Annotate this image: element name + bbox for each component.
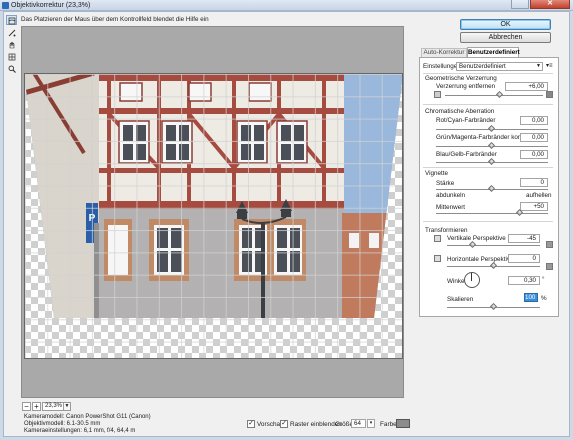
chevron-down-icon: ▼ xyxy=(536,63,541,69)
strength-label: Stärke xyxy=(436,180,455,187)
help-button[interactable] xyxy=(511,0,529,9)
window-title: Objektivkorrektur (23,3%) xyxy=(11,2,91,9)
zoom-level-field[interactable]: 23,3% xyxy=(42,402,64,411)
strength-field[interactable]: 0 xyxy=(520,178,548,187)
vertical-perspective-icon xyxy=(434,235,441,242)
grid-size-stepper[interactable]: ▾ xyxy=(367,419,375,428)
help-hint: Das Platzieren der Maus über dem Kontrol… xyxy=(21,16,209,23)
zoom-in-button[interactable]: + xyxy=(32,402,41,411)
section-geometric-distortion: Geometrische Verzerrung xyxy=(425,75,497,82)
horizontal-perspective-end-icon xyxy=(546,263,553,270)
angle-field[interactable]: 0,30 xyxy=(508,276,540,285)
midpoint-slider-track xyxy=(436,213,548,214)
straighten-tool-icon[interactable] xyxy=(6,27,17,37)
vertical-perspective-slider-track xyxy=(447,245,540,246)
vertical-perspective-field[interactable]: -45 xyxy=(508,234,540,243)
vertical-perspective-end-icon xyxy=(546,241,553,248)
angle-dial-needle xyxy=(471,273,472,281)
divider xyxy=(423,73,553,74)
horizontal-perspective-label: Horizontale Perspektive xyxy=(447,256,514,263)
grid-color-swatch[interactable] xyxy=(396,419,410,428)
show-grid-checkbox[interactable]: ✓ xyxy=(280,420,288,428)
blue-yellow-field[interactable]: 0,00 xyxy=(520,150,548,159)
settings-select[interactable]: Benutzerdefiniert xyxy=(456,62,543,71)
tool-column xyxy=(6,15,17,73)
scale-unit: % xyxy=(541,295,547,302)
vertical-perspective-label: Vertikale Perspektive xyxy=(447,235,506,242)
horizontal-perspective-field[interactable]: 0 xyxy=(508,254,540,263)
zoom-tool-icon[interactable] xyxy=(6,63,17,73)
red-cyan-field[interactable]: 0,00 xyxy=(520,116,548,125)
scale-field[interactable]: 100 xyxy=(524,293,538,302)
horizontal-perspective-icon xyxy=(434,255,441,262)
section-transform: Transformieren xyxy=(425,227,468,234)
tab-custom[interactable]: Benutzerdefiniert xyxy=(467,47,520,57)
ok-button[interactable]: OK xyxy=(460,19,551,30)
camera-settings: Kameraeinstellungen: 6,1 mm, f/4, 64,4 m xyxy=(24,428,136,434)
zoom-out-button[interactable]: − xyxy=(22,402,31,411)
midpoint-field[interactable]: +50 xyxy=(520,202,548,211)
zoom-dropdown-arrow[interactable]: ▼ xyxy=(64,402,71,411)
section-chromatic-aberration: Chromatische Aberration xyxy=(425,108,495,115)
camera-model: Kameramodell: Canon PowerShot G11 (Canon… xyxy=(24,414,151,420)
photoshop-app-icon xyxy=(2,2,9,9)
green-magenta-field[interactable]: 0,00 xyxy=(520,133,548,142)
tab-auto-correction[interactable]: Auto-Korrektur xyxy=(421,48,467,57)
pincushion-icon xyxy=(434,91,441,98)
green-magenta-label: Grün/Magenta-Farbränder korrig. xyxy=(436,134,529,141)
darken-label: abdunkeln xyxy=(436,192,466,199)
distortion-label: Verzerrung entfernen xyxy=(436,83,496,90)
angle-unit: ° xyxy=(542,276,545,283)
divider xyxy=(423,167,553,168)
lens-model: Objektivmodell: 6.1-30.5 mm xyxy=(24,421,101,427)
settings-menu-icon[interactable]: ▾≡ xyxy=(546,62,553,69)
preview-checkbox[interactable]: ✓ xyxy=(247,420,255,428)
section-vignette: Vignette xyxy=(425,170,448,177)
angle-dial[interactable] xyxy=(464,272,480,288)
cancel-button[interactable]: Abbrechen xyxy=(460,32,551,43)
lighten-label: aufhellen xyxy=(526,192,552,199)
distortion-field[interactable]: +6,00 xyxy=(505,82,548,91)
close-button[interactable]: ✕ xyxy=(530,0,570,9)
move-grid-tool-icon[interactable] xyxy=(6,51,17,61)
red-cyan-label: Rot/Cyan-Farbränder xyxy=(436,117,496,124)
divider xyxy=(423,104,553,105)
midpoint-label: Mittenwert xyxy=(436,204,466,211)
blue-yellow-label: Blau/Gelb-Farbränder xyxy=(436,151,497,158)
divider xyxy=(423,221,553,222)
hand-tool-icon[interactable] xyxy=(6,39,17,49)
barrel-icon xyxy=(546,91,553,98)
svg-text:P: P xyxy=(89,213,96,224)
grid-size-field[interactable]: 64 xyxy=(351,419,366,428)
scale-label: Skalieren xyxy=(447,296,474,303)
preview-image: P xyxy=(24,73,403,318)
distortion-slider-track xyxy=(445,95,543,96)
distortion-tool-icon[interactable] xyxy=(6,15,17,25)
